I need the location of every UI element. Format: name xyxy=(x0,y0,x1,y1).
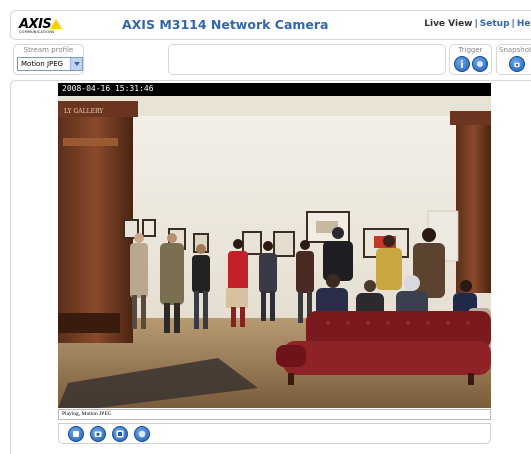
snapshot-button[interactable] xyxy=(509,56,525,72)
trigger-info-button[interactable] xyxy=(454,56,470,72)
logo-triangle-icon xyxy=(50,19,62,29)
timestamp-bar: 2008-04-16 15:31:46 xyxy=(58,83,491,96)
nav-setup[interactable]: Setup xyxy=(480,19,510,29)
camera-icon xyxy=(514,62,520,68)
fullscreen-icon xyxy=(138,430,146,438)
timestamp-overlay: 2008-04-16 15:31:46 xyxy=(62,84,154,93)
logo-subtext: COMMUNICATIONS xyxy=(19,30,55,34)
axis-logo[interactable]: AXIS COMMUNICATIONS xyxy=(19,17,63,37)
snapshot-label: Snapshot xyxy=(499,46,531,54)
stop-button[interactable] xyxy=(68,426,84,442)
info-icon xyxy=(461,60,463,68)
playback-status-text: Playing, Motion JPEG xyxy=(62,411,112,417)
stream-profile-label: Stream profile xyxy=(23,46,74,54)
stream-profile-value: Motion JPEG xyxy=(21,60,64,68)
nav-live-view[interactable]: Live View xyxy=(424,19,472,29)
top-nav: Live View|Setup|Help xyxy=(424,19,531,29)
trigger-label: Trigger xyxy=(458,46,483,54)
record-icon xyxy=(94,431,102,437)
info-panel xyxy=(168,44,446,75)
trigger-group: Trigger xyxy=(449,44,492,75)
gallery-sign-text: LY GALLERY xyxy=(64,108,104,115)
snapshot-image-button[interactable] xyxy=(112,426,128,442)
trigger-state-button[interactable] xyxy=(472,56,488,72)
nav-separator: | xyxy=(474,19,478,29)
gallery-scene-image: LY GALLERY xyxy=(58,96,491,408)
playback-toolbar xyxy=(58,423,491,444)
circle-icon xyxy=(477,61,483,67)
record-button[interactable] xyxy=(90,426,106,442)
snapshot-icon xyxy=(116,430,124,438)
stop-icon xyxy=(73,431,79,437)
stream-profile-group: Stream profile Motion JPEG xyxy=(13,44,84,75)
page-title: AXIS M3114 Network Camera xyxy=(122,17,329,32)
nav-help[interactable]: Help xyxy=(517,19,531,29)
chevron-down-icon[interactable] xyxy=(70,58,82,70)
nav-separator: | xyxy=(511,19,515,29)
snapshot-group: Snapshot xyxy=(496,44,531,75)
fullscreen-button[interactable] xyxy=(134,426,150,442)
stream-profile-select[interactable]: Motion JPEG xyxy=(17,57,83,71)
header-bar: AXIS COMMUNICATIONS AXIS M3114 Network C… xyxy=(10,10,531,40)
live-video-feed[interactable]: LY GALLERY 2008-04-16 15:31:46 xyxy=(58,83,491,408)
playback-status-bar: Playing, Motion JPEG xyxy=(58,409,491,420)
